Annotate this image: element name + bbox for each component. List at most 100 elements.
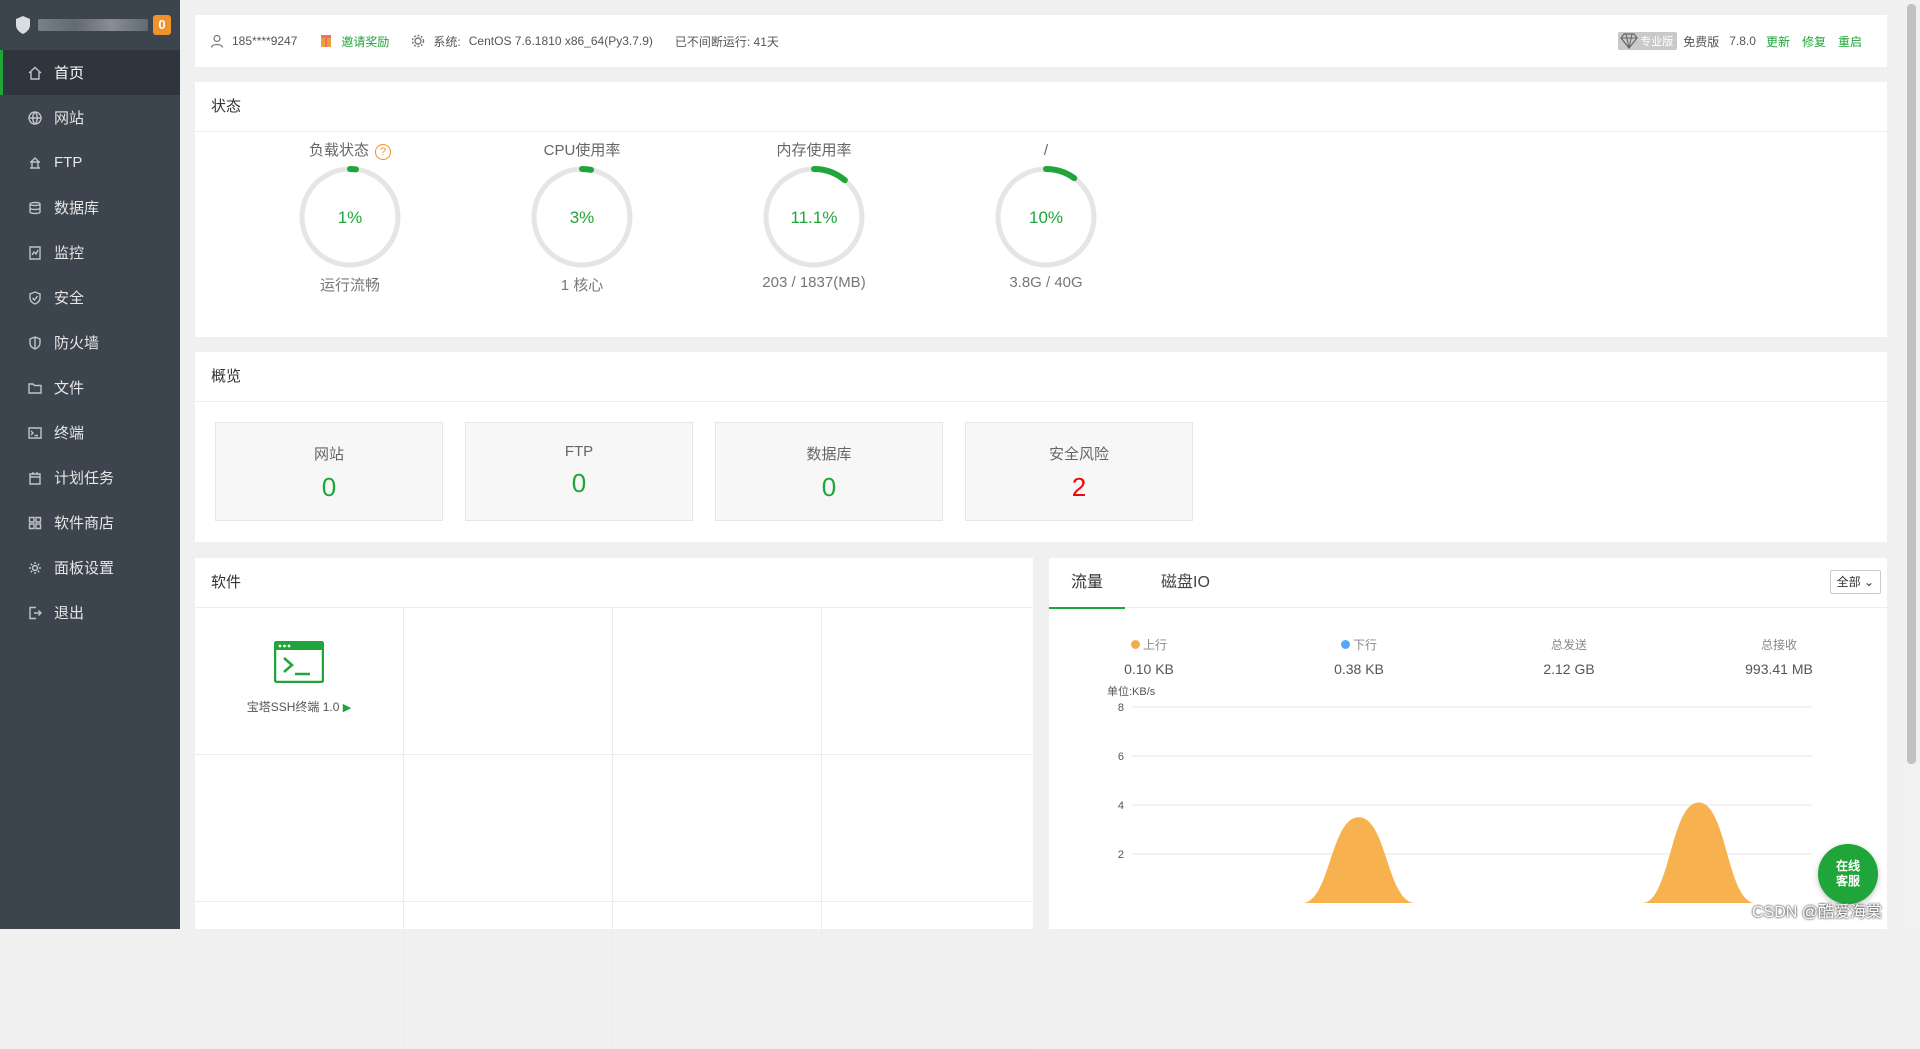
play-icon[interactable]: ▶ [343, 702, 351, 714]
traffic-stat-label: 总接收 [1760, 638, 1797, 652]
invite-label: 邀请奖励 [341, 34, 390, 49]
brand: 0 [0, 0, 180, 50]
overview-card-1[interactable]: FTP 0 [465, 422, 693, 521]
traffic-area-series [1132, 802, 1812, 903]
overview-card-value[interactable]: 0 [216, 472, 442, 503]
sidebar-item-9[interactable]: 计划任务 [0, 455, 180, 500]
software-cell-empty [822, 608, 1031, 755]
software-grid: 宝塔SSH终端 1.0 ▶ [195, 608, 1033, 1049]
sidebar-item-6[interactable]: 防火墙 [0, 320, 180, 365]
software-cell-empty [613, 902, 822, 1049]
gauge-footer: 运行流畅 [319, 277, 380, 294]
overview-panel: 概览 网站 0 FTP 0 数据库 0 安全风险 2 [195, 352, 1887, 542]
overview-card-value[interactable]: 0 [466, 468, 692, 499]
online-support-button[interactable]: 在线 客服 [1818, 844, 1878, 904]
sidebar-item-label: FTP [54, 154, 83, 171]
y-tick-label: 8 [1118, 702, 1124, 714]
tab-disk-io[interactable]: 磁盘IO [1139, 558, 1232, 607]
sidebar-item-label: 防火墙 [54, 335, 100, 352]
traffic-stat-label-wrap: 上行 [1069, 636, 1229, 653]
overview-card-value[interactable]: 0 [716, 472, 942, 503]
scrollbar[interactable] [1903, 0, 1920, 929]
user-info[interactable]: 185****9247 [210, 34, 297, 48]
sidebar-item-10[interactable]: 软件商店 [0, 500, 180, 545]
gauge-label-text: / [1043, 142, 1049, 159]
folder-icon [28, 381, 42, 395]
sidebar-item-3[interactable]: 数据库 [0, 185, 180, 230]
sidebar-item-label: 计划任务 [54, 470, 115, 487]
overview-card-label: 数据库 [806, 446, 852, 463]
overview-card-3[interactable]: 安全风险 2 [965, 422, 1193, 521]
overview-card-label: FTP [564, 443, 594, 460]
overview-card-2[interactable]: 数据库 0 [715, 422, 943, 521]
status-title: 状态 [195, 82, 1887, 132]
gauge-0[interactable]: 负载状态? 1% 运行流畅 [235, 132, 465, 295]
overview-card-value[interactable]: 2 [966, 472, 1192, 503]
restart-link[interactable]: 重启 [1838, 33, 1862, 50]
gauge-2[interactable]: 内存使用率 11.1% 203 / 1837(MB) [699, 132, 929, 291]
gauge-ring: 10% [995, 166, 1097, 268]
gauge-1[interactable]: CPU使用率 3% 1 核心 [467, 132, 697, 295]
range-select[interactable]: 全部 ⌄ [1829, 570, 1881, 594]
blurred-username [38, 19, 148, 31]
apps-icon [28, 516, 42, 530]
sidebar-item-label: 监控 [54, 245, 85, 262]
shield-check-icon [28, 290, 42, 305]
software-cell-empty [613, 755, 822, 902]
logo-shield-icon [16, 16, 30, 34]
overview-card-label: 网站 [313, 446, 344, 463]
software-cell-empty [404, 902, 613, 1049]
traffic-stat-0: 上行 0.10 KB [1069, 636, 1229, 677]
globe-icon [28, 110, 42, 125]
sidebar-item-label: 终端 [54, 425, 85, 442]
sidebar-item-11[interactable]: 面板设置 [0, 545, 180, 590]
software-cell-ssh[interactable]: 宝塔SSH终端 1.0 ▶ [195, 608, 404, 755]
pro-badge-label: 专业版 [1640, 36, 1674, 48]
monitor-icon [28, 245, 42, 260]
gauge-label-text: CPU使用率 [543, 142, 621, 159]
traffic-stat-label: 总发送 [1550, 638, 1587, 652]
software-cell-empty [404, 608, 613, 755]
logout-icon [28, 606, 42, 620]
gauge-3[interactable]: / 10% 3.8G / 40G [931, 132, 1161, 291]
software-title: 软件 [195, 558, 1033, 608]
help-icon[interactable]: ? [375, 144, 391, 160]
traffic-stat-label-wrap: 总接收 [1699, 636, 1859, 653]
gauge-ring: 3% [531, 166, 633, 268]
support-line1: 在线 [1835, 859, 1860, 873]
system-label: 系统: [433, 34, 461, 49]
scrollbar-thumb[interactable] [1907, 4, 1916, 764]
system-info: 系统: CentOS 7.6.1810 x86_64(Py3.7.9) [411, 33, 653, 50]
support-line2: 客服 [1835, 874, 1860, 888]
traffic-chart: 单位:KB/s 8 6 4 2 [1107, 684, 1812, 903]
overview-title: 概览 [195, 352, 1887, 402]
gauge-label: / [931, 140, 1161, 162]
invite-link[interactable]: 邀请奖励 [319, 33, 389, 50]
sidebar-item-7[interactable]: 文件 [0, 365, 180, 410]
sidebar-item-0[interactable]: 首页 [0, 50, 180, 95]
tab-traffic[interactable]: 流量 [1049, 558, 1126, 609]
sidebar-item-label: 退出 [54, 605, 85, 622]
overview-card-0[interactable]: 网站 0 [215, 422, 443, 521]
sidebar-item-8[interactable]: 终端 [0, 410, 180, 455]
notification-badge[interactable]: 0 [153, 15, 171, 35]
sidebar-item-2[interactable]: FTP [0, 140, 180, 185]
gauge-footer: 3.8G / 40G [1009, 274, 1083, 291]
traffic-stat-label: 上行 [1142, 638, 1167, 652]
sidebar-item-5[interactable]: 安全 [0, 275, 180, 320]
repair-link[interactable]: 修复 [1802, 33, 1826, 50]
update-link[interactable]: 更新 [1766, 33, 1790, 50]
gauge-value: 11.1% [791, 208, 838, 227]
edition: 免费版 [1683, 34, 1720, 49]
sidebar-item-label: 文件 [54, 380, 85, 397]
sidebar-item-label: 首页 [54, 65, 85, 82]
sidebar-item-1[interactable]: 网站 [0, 95, 180, 140]
sidebar-item-4[interactable]: 监控 [0, 230, 180, 275]
gear-icon [28, 561, 42, 575]
sidebar-item-12[interactable]: 退出 [0, 590, 180, 635]
diamond-icon [1620, 33, 1638, 49]
software-name-label: 宝塔SSH终端 1.0 [246, 700, 340, 714]
pro-badge[interactable]: 专业版 [1618, 32, 1678, 50]
user-phone: 185****9247 [232, 34, 298, 48]
sidebar: 0 首页网站 FTP 数据库监控安全防火墙文件终端计划任务软件商店 面板设置退出 [0, 0, 180, 929]
